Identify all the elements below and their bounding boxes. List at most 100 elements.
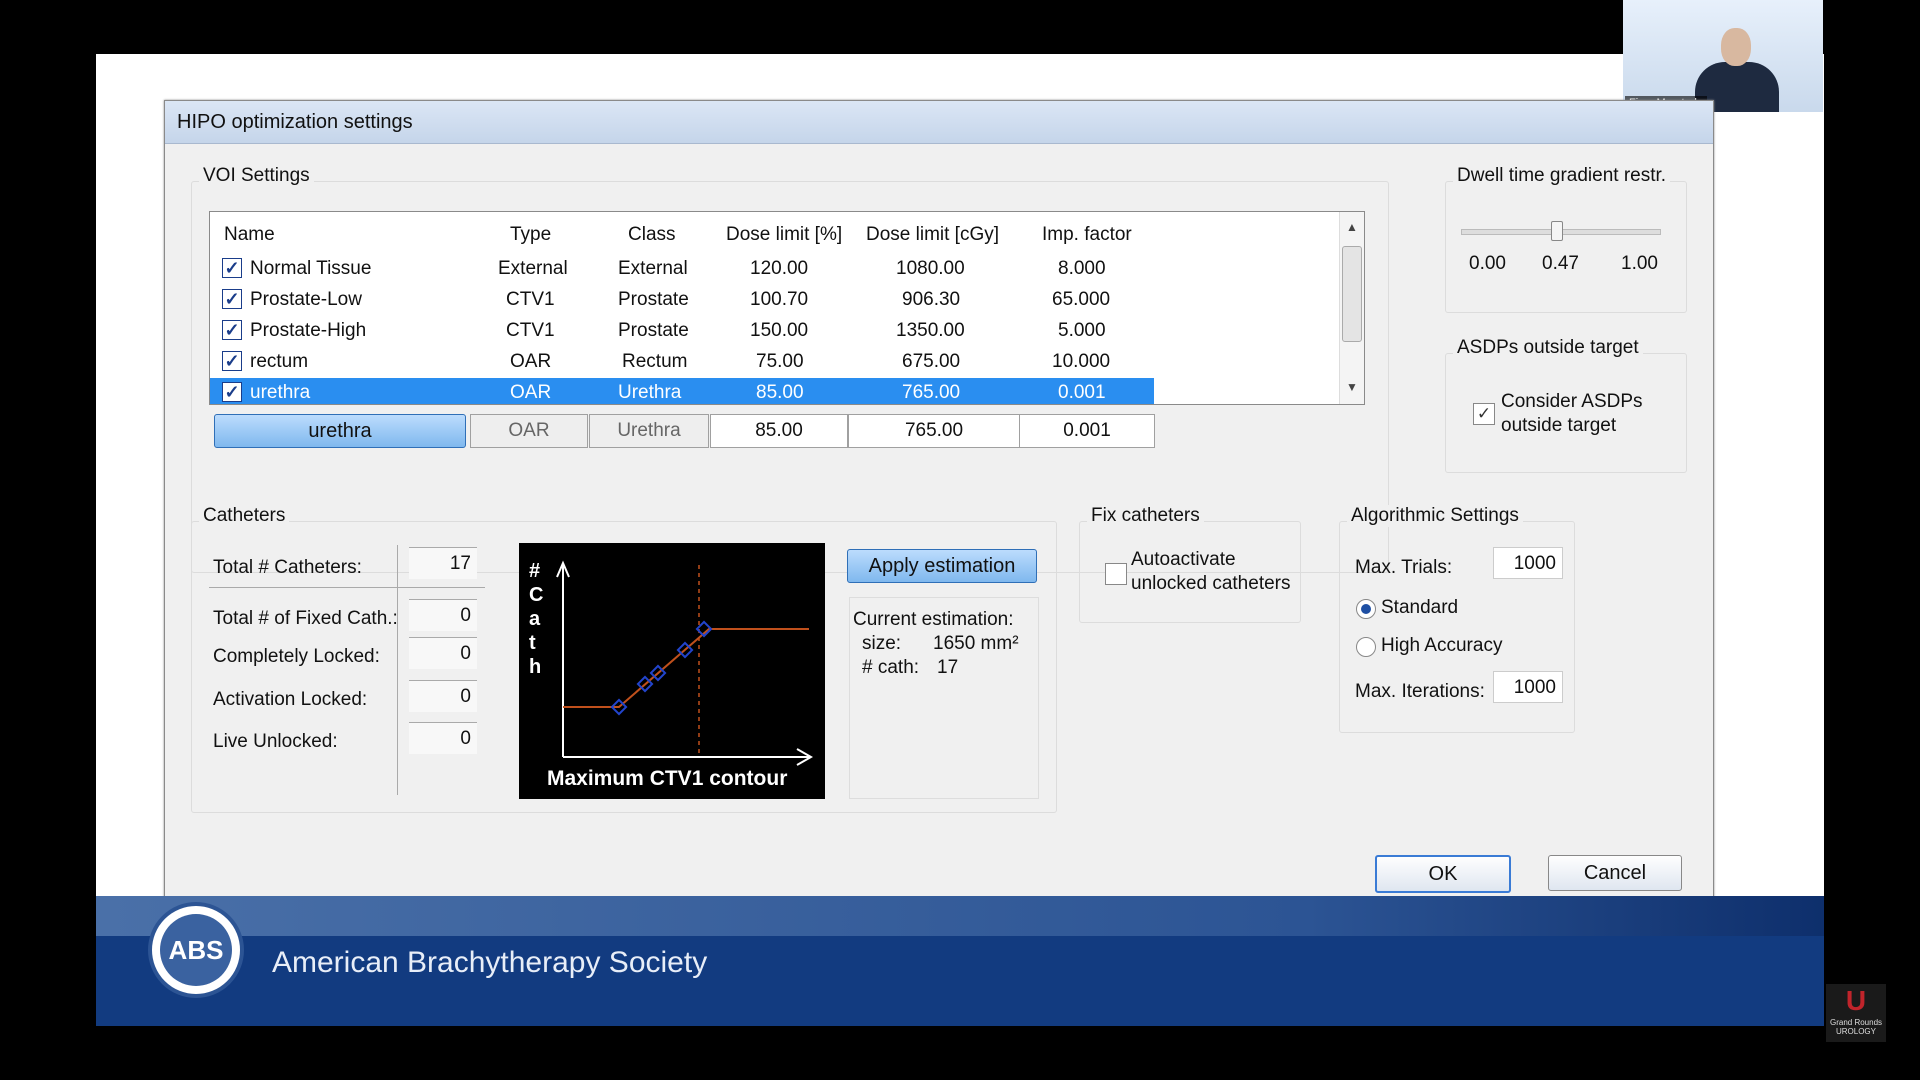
edit-name-button[interactable]: urethra (214, 414, 466, 448)
edit-type-field[interactable]: OAR (470, 414, 588, 448)
row-class: Urethra (618, 382, 682, 403)
max-trials-input[interactable]: 1000 (1493, 547, 1563, 579)
high-accuracy-label: High Accuracy (1381, 635, 1503, 656)
table-row[interactable]: ✓ Normal Tissue External External 120.00… (210, 254, 1154, 284)
row-imp: 5.000 (1058, 320, 1106, 341)
col-dose-cgy[interactable]: Dose limit [cGy] (866, 224, 999, 246)
apply-estimation-button[interactable]: Apply estimation (847, 549, 1037, 583)
fixed-cath-label: Total # of Fixed Cath.: (213, 608, 398, 629)
asdp-check-line1: Consider ASDPs (1501, 391, 1643, 412)
completely-locked-label: Completely Locked: (213, 646, 380, 667)
dialog-title: HIPO optimization settings (165, 101, 1713, 144)
dwell-slider-thumb[interactable] (1551, 221, 1563, 241)
row-dose-pct: 100.70 (750, 289, 809, 310)
edit-imp-input[interactable]: 0.001 (1019, 414, 1155, 448)
row-dose-cgy: 1080.00 (896, 258, 965, 279)
scroll-down-icon[interactable]: ▼ (1346, 380, 1358, 394)
row-imp: 0.001 (1058, 382, 1106, 403)
col-dose-pct[interactable]: Dose limit [%] (726, 224, 842, 246)
participant-video: Firas Mourtada (1623, 0, 1823, 112)
banner-stripe (96, 896, 1824, 936)
table-row-selected[interactable]: ✓ urethra OAR Urethra 85.00 765.00 0.001 (210, 378, 1154, 404)
table-scrollbar[interactable]: ▲ ▼ (1339, 212, 1364, 404)
col-class[interactable]: Class (628, 224, 676, 246)
row-name: Prostate-Low (250, 289, 362, 310)
row-name: urethra (250, 382, 311, 403)
row-class: Prostate (618, 320, 689, 341)
scroll-up-icon[interactable]: ▲ (1346, 220, 1358, 234)
max-iterations-input[interactable]: 1000 (1493, 671, 1563, 703)
row-checkbox[interactable]: ✓ (222, 320, 242, 340)
row-dose-cgy: 906.30 (902, 289, 961, 310)
row-class: Rectum (622, 351, 688, 372)
ok-button[interactable]: OK (1375, 855, 1511, 893)
live-unlocked-label: Live Unlocked: (213, 731, 338, 752)
row-checkbox[interactable]: ✓ (222, 258, 242, 278)
estimation-size-label: size: (862, 633, 902, 654)
catheters-h-divider (209, 587, 485, 588)
row-dose-cgy: 765.00 (902, 382, 961, 403)
row-type: External (498, 258, 568, 279)
row-checkbox[interactable]: ✓ (222, 351, 242, 371)
row-dose-pct: 75.00 (756, 351, 804, 372)
standard-radio[interactable] (1356, 599, 1376, 619)
abs-banner: ABS American Brachytherapy Society (96, 896, 1824, 1026)
dwell-label: Dwell time gradient restr. (1453, 165, 1671, 187)
catheters-divider (397, 545, 398, 795)
dwell-group (1445, 181, 1687, 313)
row-class: Prostate (618, 289, 689, 310)
organization-name: American Brachytherapy Society (272, 946, 708, 979)
abs-logo: ABS (148, 902, 244, 998)
table-row[interactable]: ✓ Prostate-High CTV1 Prostate 150.00 135… (210, 316, 1154, 346)
autoactivate-line2: unlocked catheters (1131, 573, 1291, 594)
cancel-button[interactable]: Cancel (1548, 855, 1682, 891)
grand-rounds-logo: U Grand Rounds UROLOGY (1826, 984, 1886, 1042)
row-name: Normal Tissue (250, 258, 372, 279)
edit-class-field[interactable]: Urethra (589, 414, 709, 448)
estimation-cath-value: 17 (937, 657, 959, 678)
col-imp[interactable]: Imp. factor (1042, 224, 1132, 246)
row-imp: 65.000 (1052, 289, 1111, 310)
fixed-cath-value: 0 (409, 599, 477, 631)
activation-locked-value: 0 (409, 680, 477, 712)
hipo-dialog: HIPO optimization settings VOI Settings … (164, 100, 1714, 902)
asdp-checkbox[interactable]: ✓ (1473, 403, 1495, 425)
asdp-label: ASDPs outside target (1453, 337, 1643, 359)
edit-dose-cgy-input[interactable]: 765.00 (848, 414, 1020, 448)
table-row[interactable]: ✓ Prostate-Low CTV1 Prostate 100.70 906.… (210, 285, 1154, 315)
row-type: CTV1 (506, 320, 555, 341)
estimation-cath-label: # cath: (862, 657, 920, 678)
row-checkbox[interactable]: ✓ (222, 289, 242, 309)
max-trials-label: Max. Trials: (1355, 557, 1453, 578)
voi-table[interactable]: Name Type Class Dose limit [%] Dose limi… (209, 211, 1365, 405)
col-name[interactable]: Name (224, 224, 275, 246)
row-checkbox[interactable]: ✓ (222, 382, 242, 402)
estimation-title: Current estimation: (853, 609, 1014, 630)
voi-settings-label: VOI Settings (199, 165, 314, 187)
completely-locked-value: 0 (409, 637, 477, 669)
algorithmic-label: Algorithmic Settings (1347, 505, 1523, 527)
total-catheters-label: Total # Catheters: (213, 557, 362, 578)
edit-dose-pct-input[interactable]: 85.00 (710, 414, 848, 448)
row-type: OAR (510, 382, 552, 403)
col-type[interactable]: Type (510, 224, 551, 246)
estimation-size-value: 1650 mm² (933, 633, 1019, 654)
fix-catheters-label: Fix catheters (1087, 505, 1204, 527)
estimation-graph-svg (556, 560, 814, 766)
activation-locked-label: Activation Locked: (213, 689, 368, 710)
row-class: External (618, 258, 688, 279)
scroll-thumb[interactable] (1342, 246, 1362, 342)
standard-label: Standard (1381, 597, 1459, 618)
high-accuracy-radio[interactable] (1356, 637, 1376, 657)
graph-ylabel: # C a t h (529, 560, 544, 678)
row-dose-pct: 150.00 (750, 320, 809, 341)
table-row[interactable]: ✓ rectum OAR Rectum 75.00 675.00 10.000 (210, 347, 1154, 377)
dwell-max: 1.00 (1621, 253, 1658, 274)
corner-line1: Grand Rounds (1829, 1018, 1883, 1027)
graph-curve (563, 628, 809, 708)
autoactivate-checkbox[interactable] (1105, 563, 1127, 585)
voi-table-header: Name Type Class Dose limit [%] Dose limi… (210, 212, 1340, 254)
row-dose-cgy: 675.00 (902, 351, 961, 372)
total-catheters-value: 17 (409, 547, 477, 579)
abs-logo-text: ABS (160, 914, 232, 986)
